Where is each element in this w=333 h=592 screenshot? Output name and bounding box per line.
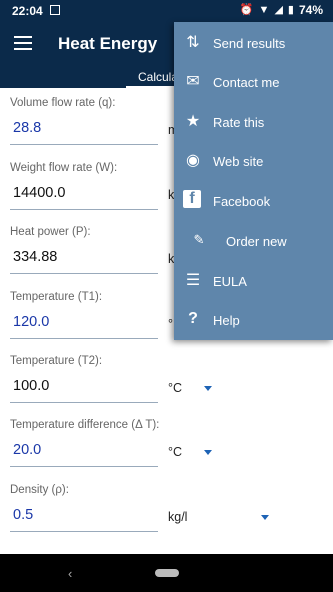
unit-select[interactable]: ° [168, 317, 173, 331]
unit-select[interactable]: kg/l [168, 510, 187, 524]
menu-item-label: Help [213, 313, 240, 328]
input-underline [10, 144, 158, 145]
system-nav-bar: ‹ [0, 554, 333, 592]
menu-item-eula[interactable]: ☰ EULA [174, 262, 333, 300]
temperature-t2-input[interactable]: 100.0 [13, 378, 49, 394]
temperature-t1-input[interactable]: 120.0 [13, 314, 49, 330]
temperature-difference-input[interactable]: 20.0 [13, 442, 41, 458]
menu-item-label: Web site [213, 154, 264, 169]
input-underline [10, 273, 158, 274]
status-time: 22:04 [12, 4, 43, 18]
globe-icon: ◉ [186, 152, 200, 169]
order-new-icon: ✎ [193, 232, 205, 247]
menu-item-web-site[interactable]: ◉ Web site [174, 142, 333, 180]
facebook-icon: f [183, 190, 201, 208]
dropdown-arrow-icon[interactable] [261, 515, 269, 520]
signal-icon: ◢ [274, 4, 283, 16]
menu-item-label: EULA [213, 274, 247, 289]
menu-item-label: Rate this [213, 115, 265, 130]
input-underline [10, 402, 158, 403]
input-underline [10, 338, 158, 339]
alarm-icon: ⏰ [239, 4, 254, 16]
back-icon[interactable]: ‹ [68, 566, 72, 581]
menu-item-facebook[interactable]: f Facebook [174, 182, 333, 220]
battery-icon: ▮ [287, 4, 294, 16]
field-label: Temperature (T2): [10, 355, 103, 367]
field-label: Heat power (P): [10, 226, 91, 238]
heat-power-input[interactable]: 334.88 [13, 249, 57, 265]
field-label: Weight flow rate (W): [10, 162, 118, 174]
menu-item-label: Contact me [213, 75, 280, 90]
document-icon: ☰ [185, 272, 201, 289]
battery-percent: 74% [298, 3, 323, 17]
home-pill-icon[interactable] [155, 569, 179, 577]
hamburger-menu-icon[interactable] [14, 36, 32, 50]
status-bar: 22:04 ⏰ ▼ ◢ ▮ 74% [0, 0, 333, 22]
wifi-icon: ▼ [258, 4, 270, 16]
menu-item-label: Order new [226, 234, 287, 249]
menu-item-help[interactable]: ? Help [174, 301, 333, 339]
status-right: ⏰ ▼ ◢ ▮ 74% [240, 4, 323, 16]
menu-item-send-results[interactable]: ⇅ Send results [174, 24, 333, 62]
star-icon: ★ [185, 113, 201, 130]
input-underline [10, 531, 158, 532]
field-label: Density (ρ): [10, 484, 69, 496]
help-icon: ? [188, 310, 198, 327]
dropdown-arrow-icon[interactable] [204, 386, 212, 391]
unit-select[interactable]: °C [168, 445, 182, 459]
overflow-menu: ⇅ Send results ✉ Contact me ★ Rate this … [174, 22, 333, 340]
field-label: Temperature difference (Δ T): [10, 419, 160, 431]
menu-item-contact-me[interactable]: ✉ Contact me [174, 63, 333, 101]
field-label: Temperature (T1): [10, 291, 103, 303]
unit-select[interactable]: °C [168, 381, 182, 395]
page-title: Heat Energy [58, 34, 158, 53]
mail-icon: ✉ [186, 73, 200, 90]
input-underline [10, 209, 158, 210]
tab-calculator[interactable]: Calcula [138, 70, 178, 84]
volume-flow-input[interactable]: 28.8 [13, 120, 41, 136]
image-notification-icon [50, 5, 60, 15]
menu-item-order-new[interactable]: ✎ Order new [174, 222, 333, 260]
menu-item-rate-this[interactable]: ★ Rate this [174, 103, 333, 141]
menu-item-label: Send results [213, 36, 286, 51]
input-underline [10, 466, 158, 467]
dropdown-arrow-icon[interactable] [204, 450, 212, 455]
menu-item-label: Facebook [213, 194, 271, 209]
density-input[interactable]: 0.5 [13, 507, 33, 523]
weight-flow-input[interactable]: 14400.0 [13, 185, 65, 201]
send-results-icon: ⇅ [186, 34, 200, 51]
field-label: Volume flow rate (q): [10, 97, 116, 109]
